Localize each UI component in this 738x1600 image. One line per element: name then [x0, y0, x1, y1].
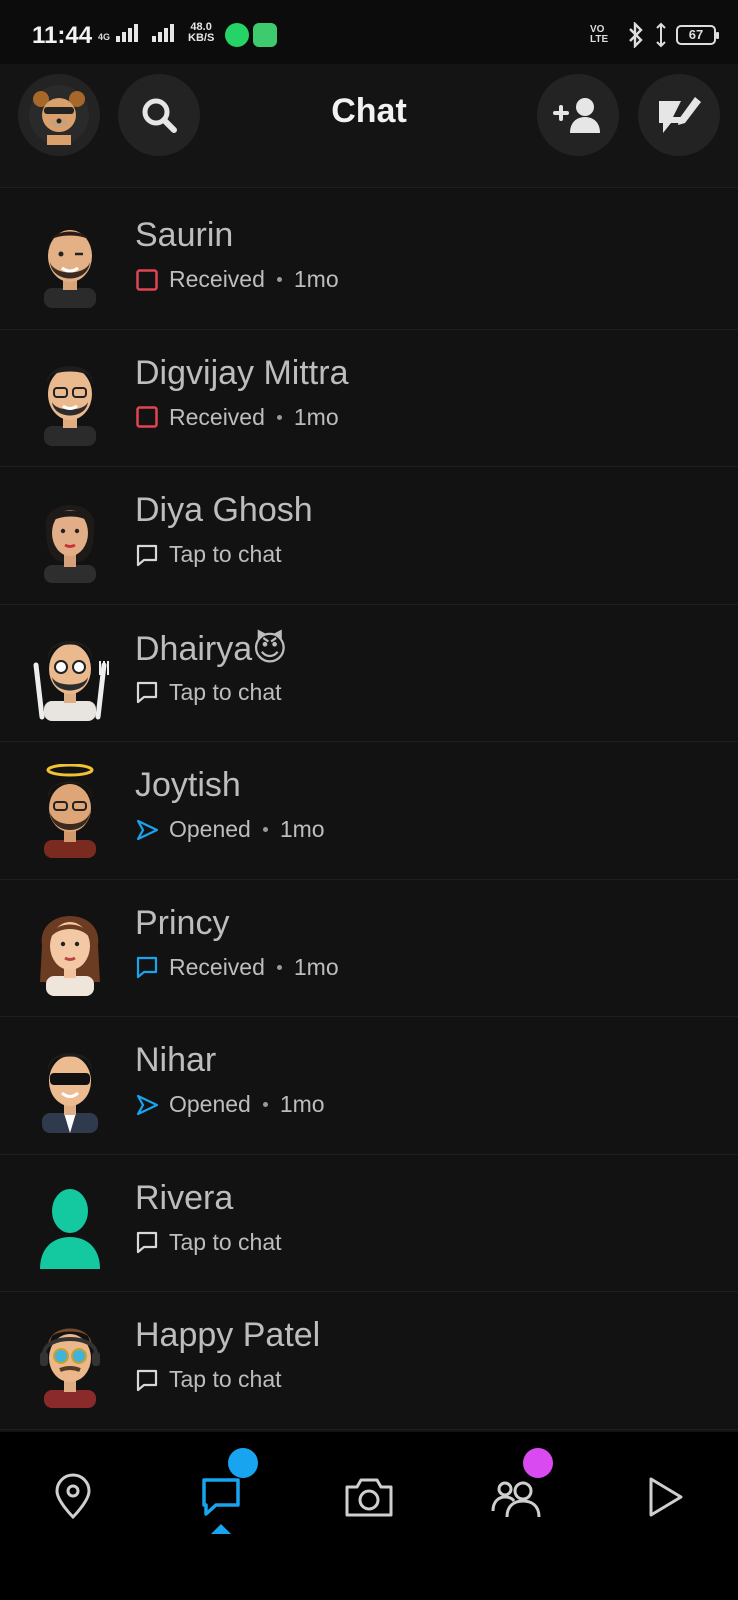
- chat-bubble-icon: [136, 1369, 158, 1391]
- chat-name: Saurin: [135, 216, 234, 254]
- nav-camera[interactable]: [334, 1462, 404, 1532]
- camera-icon: [345, 1478, 393, 1517]
- chat-item[interactable]: Saurin Received 1mo: [0, 192, 738, 330]
- app-notification-icon: [253, 23, 277, 47]
- chat-item[interactable]: Digvijay Mittra Received 1mo: [0, 330, 738, 467]
- bottom-navigation: [0, 1432, 738, 1600]
- status-bar: 11:44 4G 48.0 KB/S VO LTE 67: [0, 0, 738, 64]
- bitmoji-avatar: [44, 365, 96, 446]
- chat-name: Rivera: [135, 1178, 234, 1217]
- separator-dot: [276, 964, 282, 970]
- signal-icon: [116, 22, 139, 42]
- chat-item[interactable]: Dhairya😈 Tap to chat: [0, 605, 738, 742]
- status-label: Opened: [169, 1091, 251, 1117]
- status-label: Tap to chat: [169, 1228, 282, 1255]
- map-pin-icon: [55, 1473, 91, 1520]
- chat-item[interactable]: Happy Patel Tap to chat: [0, 1292, 738, 1430]
- chat-status: Received 1mo: [135, 954, 339, 981]
- status-label: Opened: [169, 816, 251, 842]
- default-avatar-icon: [40, 1188, 100, 1269]
- chat-item[interactable]: Rivera Tap to chat: [0, 1155, 738, 1292]
- chat-name: Joytish: [135, 766, 241, 804]
- chat-name: Dhairya😈: [135, 629, 288, 668]
- chat-icon: [202, 1478, 240, 1516]
- battery-indicator: 67: [676, 25, 719, 45]
- new-chat-icon: [659, 97, 701, 133]
- bluetooth-icon: [629, 22, 643, 48]
- chat-name: Diya Ghosh: [135, 491, 313, 529]
- status-time: 11:44: [32, 22, 93, 49]
- status-time: 1mo: [293, 403, 339, 430]
- friends-icon: [491, 1481, 541, 1518]
- bitmoji-avatar: [44, 764, 96, 858]
- play-icon: [649, 1477, 683, 1517]
- nav-discover[interactable]: [630, 1462, 700, 1532]
- bitmoji-avatar: [44, 230, 96, 308]
- chat-item[interactable]: Nihar Opened 1mo: [0, 1017, 738, 1155]
- nav-map[interactable]: [38, 1462, 108, 1532]
- chat-name: Nihar: [135, 1041, 217, 1079]
- chat-status: Opened 1mo: [135, 816, 325, 843]
- blue-chat-bubble-icon: [136, 956, 158, 979]
- network-indicator: 4G: [98, 22, 175, 42]
- status-label: Received: [169, 403, 265, 430]
- network-type: 4G: [98, 32, 111, 42]
- chat-item[interactable]: Diya Ghosh Tap to chat: [0, 467, 738, 605]
- chat-name: Happy Patel: [135, 1316, 321, 1354]
- chat-header: Chat: [0, 64, 738, 188]
- status-time: 1mo: [279, 1091, 325, 1117]
- page-title: Chat: [331, 92, 407, 130]
- status-label: Tap to chat: [169, 1366, 282, 1392]
- bitmoji-avatar: [40, 1328, 100, 1408]
- chat-name: Digvijay Mittra: [135, 353, 349, 392]
- chat-list: Saurin Received 1mo Digvijay Mittra Rece…: [0, 192, 738, 1430]
- chat-status: Tap to chat: [135, 541, 282, 568]
- red-square-icon: [136, 268, 158, 291]
- separator-dot: [276, 277, 282, 282]
- chat-name: Princy: [135, 903, 230, 942]
- volte-indicator: VO LTE: [590, 24, 609, 45]
- bitmoji-avatar: [40, 915, 100, 996]
- bitmoji-avatar: [33, 640, 109, 721]
- status-time: 1mo: [293, 953, 339, 980]
- chat-status: Tap to chat: [135, 1366, 282, 1393]
- network-speed: 48.0 KB/S: [188, 21, 215, 44]
- bitmoji-avatar: [44, 505, 96, 583]
- status-time: 1mo: [293, 266, 339, 292]
- bitmoji-avatar: [42, 1053, 98, 1133]
- status-label: Received: [169, 953, 265, 980]
- add-friend-icon: [553, 98, 600, 133]
- status-label: Tap to chat: [169, 678, 282, 705]
- status-label: Received: [169, 266, 265, 292]
- separator-dot: [276, 414, 282, 420]
- chat-bubble-icon: [136, 544, 158, 566]
- red-square-icon: [136, 406, 158, 428]
- chat-bubble-icon: [136, 1231, 158, 1254]
- status-label: Tap to chat: [169, 541, 282, 567]
- chat-status: Tap to chat: [135, 679, 282, 706]
- active-tab-indicator: [211, 1524, 231, 1534]
- chat-status: Tap to chat: [135, 1229, 282, 1256]
- blue-arrow-icon: [136, 1094, 159, 1115]
- friends-notification-badge: [523, 1448, 553, 1478]
- chat-status: Opened 1mo: [135, 1091, 325, 1118]
- separator-dot: [262, 1102, 268, 1107]
- chat-status: Received 1mo: [135, 266, 339, 293]
- chat-item[interactable]: Joytish Opened 1mo: [0, 742, 738, 880]
- blue-arrow-icon: [136, 819, 159, 840]
- chat-notification-badge: [228, 1448, 258, 1478]
- chat-status: Received 1mo: [135, 404, 339, 431]
- vibrate-icon: [656, 22, 666, 48]
- separator-dot: [262, 827, 268, 832]
- whatsapp-icon: [225, 23, 249, 47]
- status-time: 1mo: [279, 816, 325, 842]
- new-chat-button[interactable]: [638, 74, 720, 156]
- chat-bubble-icon: [136, 681, 158, 704]
- add-friend-button[interactable]: [537, 74, 619, 156]
- signal-icon: [152, 22, 175, 42]
- chat-item[interactable]: Princy Received 1mo: [0, 880, 738, 1017]
